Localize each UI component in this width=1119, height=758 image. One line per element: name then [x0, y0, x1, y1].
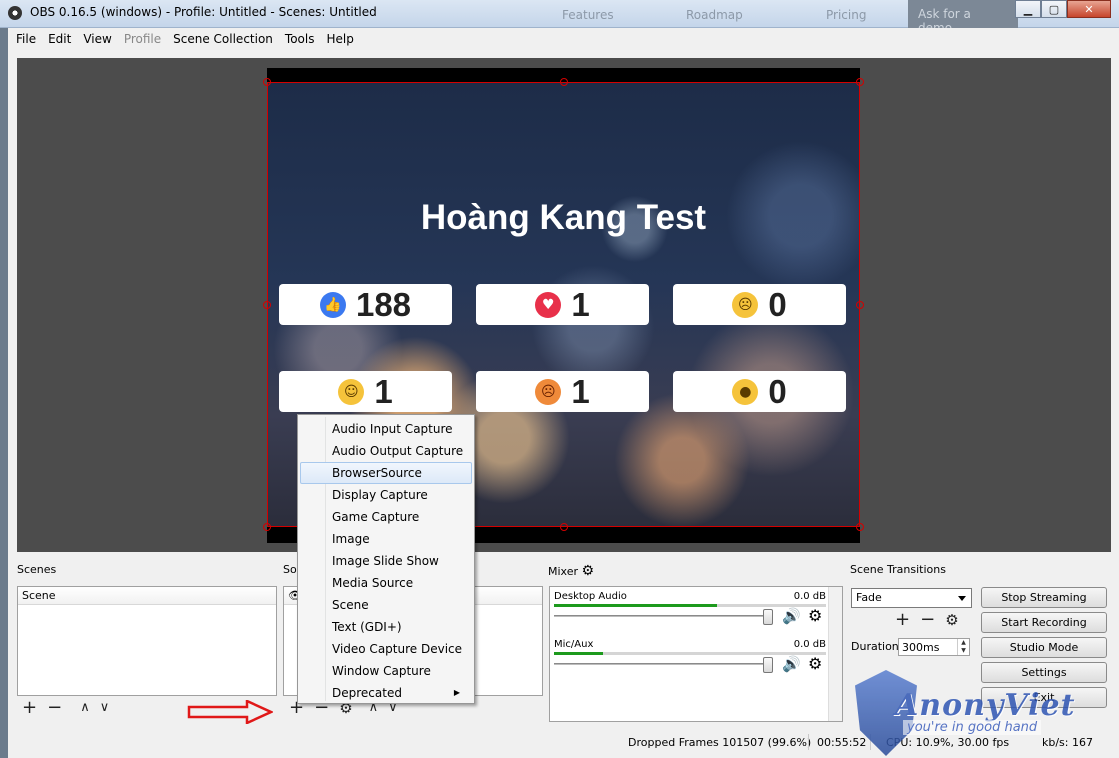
stop-streaming-button[interactable]: Stop Streaming	[981, 587, 1107, 608]
submenu-arrow-icon: ▶	[453, 688, 460, 697]
menu-help[interactable]: Help	[320, 32, 359, 46]
channel-gear-icon[interactable]: ⚙	[808, 654, 822, 673]
volume-fader-knob[interactable]	[763, 657, 773, 673]
duration-value: 300ms	[902, 641, 940, 654]
duration-label: Duration	[851, 640, 899, 653]
volume-meter-fill	[554, 652, 603, 655]
menu-scene-collection[interactable]: Scene Collection	[167, 32, 279, 46]
resize-handle[interactable]	[856, 78, 864, 86]
watermark-brand: AnonyViet	[895, 688, 1076, 723]
menu-view[interactable]: View	[77, 32, 117, 46]
status-separator	[808, 734, 809, 750]
resize-handle[interactable]	[856, 523, 864, 531]
annotation-arrow-icon	[187, 700, 273, 724]
menu-file[interactable]: File	[10, 32, 42, 46]
mixer-gear-icon[interactable]: ⚙	[582, 563, 595, 579]
menu-item-audio-input-capture[interactable]: Audio Input Capture	[300, 418, 472, 440]
menu-item-deprecated[interactable]: Deprecated ▶	[300, 682, 472, 704]
bg-tab-roadmap: Roadmap	[686, 8, 743, 22]
transitions-toolbar: + − ⚙	[895, 611, 959, 629]
scenes-toolbar: + − ∧ ∨	[22, 699, 110, 717]
duration-spinbox[interactable]: 300ms ▲ ▼	[898, 638, 970, 656]
resize-handle[interactable]	[560, 523, 568, 531]
audio-mixer: Desktop Audio 0.0 dB 🔊 ⚙ Mic/Aux 0.0 dB …	[549, 586, 843, 722]
transition-gear-icon[interactable]: ⚙	[945, 612, 958, 628]
scenes-list[interactable]: Scene	[17, 586, 277, 696]
menu-item-video-capture-device[interactable]: Video Capture Device	[300, 638, 472, 660]
move-down-icon[interactable]: ∨	[100, 700, 110, 716]
scene-transitions-label: Scene Transitions	[850, 563, 946, 576]
channel-db: 0.0 dB	[793, 591, 826, 602]
speaker-icon[interactable]: 🔊	[782, 655, 801, 673]
mixer-label: Mixer ⚙	[548, 563, 595, 579]
obs-app-icon	[8, 6, 22, 20]
resize-handle[interactable]	[263, 301, 271, 309]
menu-item-scene[interactable]: Scene	[300, 594, 472, 616]
studio-mode-button[interactable]: Studio Mode	[981, 637, 1107, 658]
menu-item-display-capture[interactable]: Display Capture	[300, 484, 472, 506]
scene-item[interactable]: Scene	[18, 587, 276, 605]
add-transition-icon[interactable]: +	[895, 611, 910, 629]
remove-transition-icon[interactable]: −	[920, 611, 935, 629]
resize-handle[interactable]	[560, 78, 568, 86]
menu-item-window-capture[interactable]: Window Capture	[300, 660, 472, 682]
menu-bar: File Edit View Profile Scene Collection …	[8, 28, 1119, 50]
scenes-label: Scenes	[17, 563, 57, 576]
volume-fader-track[interactable]	[554, 615, 770, 617]
menu-tools[interactable]: Tools	[279, 32, 321, 46]
menu-edit[interactable]: Edit	[42, 32, 77, 46]
channel-db: 0.0 dB	[793, 639, 826, 650]
start-recording-button[interactable]: Start Recording	[981, 612, 1107, 633]
menu-item-media-source[interactable]: Media Source	[300, 572, 472, 594]
menu-item-text-gdi[interactable]: Text (GDI+)	[300, 616, 472, 638]
bg-demo-button: Ask for a demo	[908, 0, 1018, 35]
volume-fader-track[interactable]	[554, 663, 770, 665]
resize-handle[interactable]	[263, 523, 271, 531]
add-scene-icon[interactable]: +	[22, 699, 37, 717]
anonyviet-watermark: AnonyViet you're in good hand	[855, 666, 1117, 758]
title-bar: OBS 0.16.5 (windows) - Profile: Untitled…	[0, 0, 1119, 35]
spin-arrows-icon[interactable]: ▲ ▼	[957, 639, 969, 655]
channel-name: Desktop Audio	[554, 591, 627, 602]
bg-tab-pricing: Pricing	[826, 8, 867, 22]
menu-item-image[interactable]: Image	[300, 528, 472, 550]
menu-item-browsersource[interactable]: BrowserSource	[300, 462, 472, 484]
move-up-icon[interactable]: ∧	[80, 700, 90, 716]
menu-profile[interactable]: Profile	[118, 32, 167, 46]
maximize-icon[interactable]: ▢	[1041, 0, 1067, 18]
channel-name: Mic/Aux	[554, 639, 594, 650]
volume-meter-fill	[554, 604, 718, 607]
resize-handle[interactable]	[263, 78, 271, 86]
deprecated-label: Deprecated	[332, 686, 402, 700]
resize-handle[interactable]	[856, 301, 864, 309]
channel-gear-icon[interactable]: ⚙	[808, 606, 822, 625]
watermark-tagline: you're in good hand	[903, 720, 1042, 735]
menu-item-audio-output-capture[interactable]: Audio Output Capture	[300, 440, 472, 462]
menu-item-game-capture[interactable]: Game Capture	[300, 506, 472, 528]
dropped-frames: Dropped Frames 101507 (99.6%)	[628, 736, 812, 749]
close-icon[interactable]: ✕	[1067, 0, 1111, 18]
remove-scene-icon[interactable]: −	[47, 699, 62, 717]
add-source-context-menu: Audio Input Capture Audio Output Capture…	[297, 414, 475, 704]
window-controls: ▁ ▢ ✕	[1015, 0, 1111, 20]
speaker-icon[interactable]: 🔊	[782, 607, 801, 625]
volume-fader-knob[interactable]	[763, 609, 773, 625]
mixer-scrollbar[interactable]	[828, 587, 842, 721]
transition-select[interactable]: Fade	[851, 588, 972, 608]
minimize-icon[interactable]: ▁	[1015, 0, 1041, 18]
window-title: OBS 0.16.5 (windows) - Profile: Untitled…	[30, 5, 377, 19]
bg-tab-features: Features	[562, 8, 614, 22]
menu-item-image-slide-show[interactable]: Image Slide Show	[300, 550, 472, 572]
